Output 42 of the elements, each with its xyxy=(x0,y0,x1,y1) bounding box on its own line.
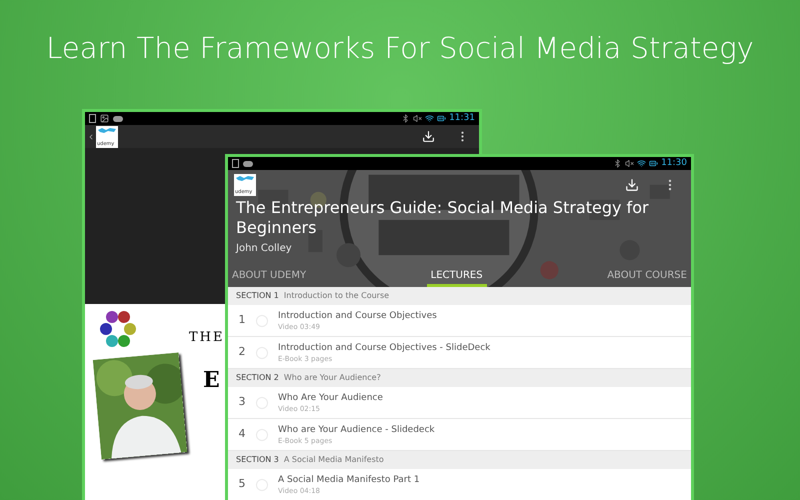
sd-card-icon xyxy=(89,114,96,123)
image-icon xyxy=(100,114,109,123)
headline: Learn The Frameworks For Social Media Strategy xyxy=(46,34,754,63)
section-label: SECTION 3 xyxy=(236,454,279,466)
mute-icon xyxy=(413,114,422,123)
wifi-icon xyxy=(637,159,646,168)
bluetooth-icon xyxy=(613,159,622,168)
lecture-number: 2 xyxy=(238,344,246,360)
lecture-number: 3 xyxy=(238,394,246,410)
tab[interactable]: ABOUT COURSE xyxy=(603,271,691,287)
map-icon xyxy=(97,126,117,134)
back-icon[interactable] xyxy=(87,132,95,140)
lecture-title: Who Are Your Audience xyxy=(278,392,383,404)
section-title: A Social Media Manifesto xyxy=(284,454,384,466)
battery-icon xyxy=(649,159,658,168)
section-title: Who are Your Audience? xyxy=(284,372,381,384)
lecture-number: 1 xyxy=(238,312,246,328)
lecture-title: Introduction and Course Objectives - SlideDeck xyxy=(278,342,490,354)
wifi-icon xyxy=(425,114,434,123)
mute-icon xyxy=(625,159,634,168)
download-icon[interactable] xyxy=(422,130,435,143)
tab[interactable]: ABOUT UDEMY xyxy=(228,271,310,287)
bluetooth-icon xyxy=(401,114,410,123)
section-label: SECTION 2 xyxy=(236,372,279,384)
lecture-number: 5 xyxy=(238,476,246,492)
section-label: SECTION 1 xyxy=(236,290,279,302)
page-heading-letter: E xyxy=(203,366,220,395)
author-name: John Colley xyxy=(234,242,293,256)
lecture-title: A Social Media Manifesto Part 1 xyxy=(278,474,420,486)
lecture-title: Introduction and Course Objectives xyxy=(278,310,437,322)
battery-icon xyxy=(437,114,446,123)
course-title: The Entrepreneurs Guide: Social Media Strategy for Beginners xyxy=(235,198,650,238)
sd-card-icon xyxy=(232,159,239,168)
hexagon-logo-icon xyxy=(97,310,139,348)
section-title: Introduction to the Course xyxy=(284,290,390,302)
lecture-number: 4 xyxy=(238,426,246,442)
page-heading: THE xyxy=(189,329,224,347)
map-icon xyxy=(235,175,255,183)
status-time: 11:31 xyxy=(449,114,475,123)
status-time: 11:30 xyxy=(661,159,687,168)
lecture-title: Who are Your Audience - Slidedeck xyxy=(278,424,435,436)
download-icon[interactable] xyxy=(625,178,639,192)
